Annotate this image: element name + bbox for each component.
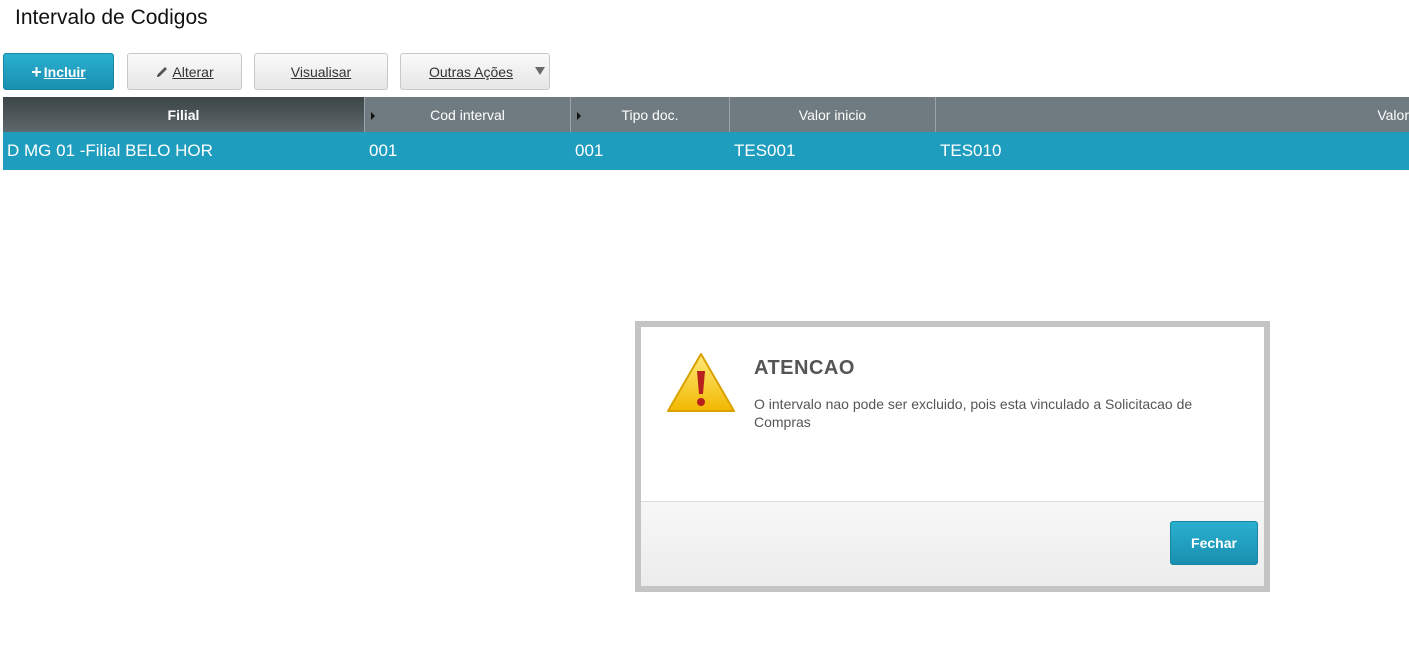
other-actions-button[interactable]: Outras Ações [400,53,550,90]
column-header-valor[interactable]: Valor [936,97,1409,132]
include-button-label: Incluir [43,63,86,80]
cell-valor-inicio: TES001 [734,141,796,160]
pencil-icon [155,65,169,79]
include-button[interactable]: + Incluir [3,53,114,90]
cell-cod-interval: 001 [369,141,398,160]
column-header-filial[interactable]: Filial [3,97,365,132]
alter-button[interactable]: Alterar [127,53,242,90]
sort-marker-icon [577,112,581,120]
plus-icon: + [31,61,42,82]
column-header-label: Cod interval [430,106,505,123]
dialog-footer: Fechar [641,501,1264,586]
cell-filial: D MG 01 -Filial BELO HOR [7,141,213,160]
grid-header: Filial Cod interval Tipo doc. Valor inic… [3,97,1409,132]
dialog-message: O intervalo nao pode ser excluido, pois … [754,396,1193,430]
view-button-label: Visualisar [290,63,352,80]
column-header-cod-interval[interactable]: Cod interval [365,97,571,132]
column-header-label: Tipo doc. [621,106,679,123]
other-actions-label: Outras Ações [429,63,514,80]
page-title: Intervalo de Codigos [15,6,208,29]
column-header-label: Filial [167,106,200,123]
alter-button-label: Alterar [172,63,214,80]
dialog-title: ATENCAO [754,357,855,379]
column-header-valor-inicio[interactable]: Valor inicio [730,97,936,132]
alert-dialog: ATENCAO O intervalo nao pode ser excluid… [635,321,1270,592]
caret-down-icon[interactable] [533,64,547,78]
close-button[interactable]: Fechar [1170,521,1258,565]
column-header-label: Valor [1377,106,1409,123]
column-header-label: Valor inicio [798,106,867,123]
cell-tipo-doc: 001 [575,141,604,160]
data-grid: Filial Cod interval Tipo doc. Valor inic… [3,97,1409,170]
cell-valor-fim: TES010 [940,141,1002,160]
warning-icon [666,351,736,415]
sort-marker-icon [371,112,375,120]
dialog-body: ATENCAO O intervalo nao pode ser excluid… [641,327,1264,502]
column-header-tipo-doc[interactable]: Tipo doc. [571,97,730,132]
view-button[interactable]: Visualisar [254,53,388,90]
table-row[interactable]: D MG 01 -Filial BELO HOR 001 001 TES001 … [3,132,1409,170]
